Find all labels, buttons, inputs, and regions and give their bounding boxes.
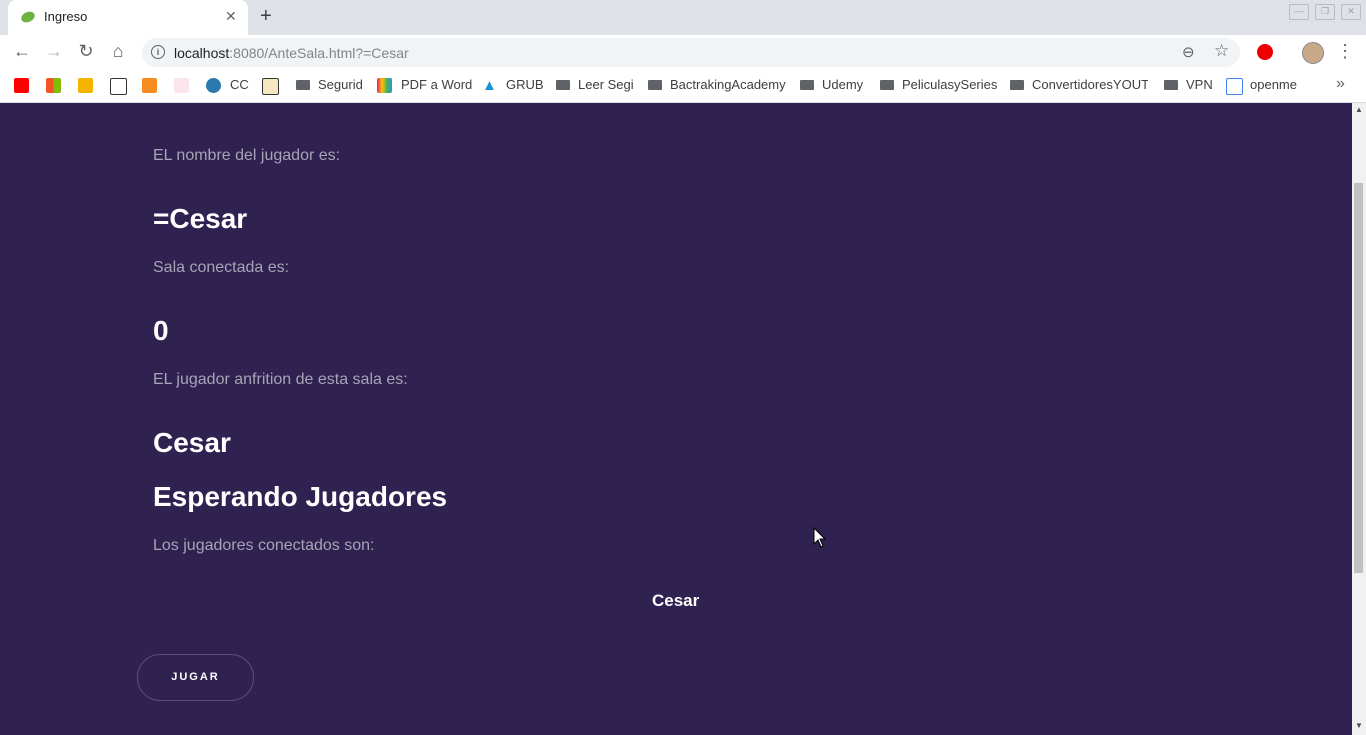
site-info-icon[interactable]: i: [151, 45, 165, 59]
page-content: EL nombre del jugador es: =Cesar Sala co…: [0, 103, 1352, 735]
jugar-button[interactable]: JUGAR: [137, 654, 254, 701]
folder-icon: [296, 80, 310, 90]
url-text[interactable]: localhost:8080/AnteSala.html?=Cesar: [174, 45, 409, 61]
bookmark-pdf-a-word[interactable]: PDF a Word: [401, 77, 472, 92]
bookmark-segurid[interactable]: Segurid: [296, 77, 363, 92]
moodle-icon[interactable]: [142, 78, 157, 93]
folder-icon: [1010, 80, 1024, 90]
home-button[interactable]: ⌂: [107, 41, 129, 62]
microsoft-icon[interactable]: [46, 78, 61, 93]
bookmark-peliculasyseries[interactable]: PeliculasySeries: [880, 77, 997, 92]
bookmark-cc[interactable]: CC: [230, 77, 249, 92]
back-button[interactable]: ←: [11, 41, 33, 62]
spring-leaf-icon: [21, 11, 35, 23]
connected-players-label: Los jugadores conectados son:: [153, 537, 375, 554]
bookmark-image-icon[interactable]: [262, 78, 279, 95]
page-icon: [1226, 78, 1243, 95]
bookmark-bactrakingacademy[interactable]: BactrakingAcademy: [648, 77, 786, 92]
url-path: :8080/AnteSala.html?=Cesar: [229, 45, 409, 61]
sync-icon[interactable]: [206, 78, 221, 93]
window-close-button[interactable]: ✕: [1341, 4, 1361, 20]
zoom-icon[interactable]: ⊖: [1182, 43, 1195, 61]
player-name-label: EL nombre del jugador es:: [153, 147, 341, 164]
scroll-up-arrow-icon[interactable]: ▲: [1355, 105, 1363, 114]
bookmarks-bar: CC Segurid PDF a Word ▲ GRUB Leer Segi B…: [0, 70, 1366, 103]
bookmark-udemy[interactable]: Udemy: [800, 77, 863, 92]
bookmark-star-icon[interactable]: ☆: [1214, 41, 1229, 61]
window-minimize-button[interactable]: —: [1289, 4, 1309, 20]
browser-menu-icon[interactable]: ⋮: [1336, 41, 1354, 62]
browser-toolbar: ← → ↻ ⌂ i localhost:8080/AnteSala.html?=…: [0, 35, 1366, 70]
mouse-cursor-icon: [813, 527, 827, 548]
new-tab-button[interactable]: +: [260, 5, 272, 28]
connected-player-item: Cesar: [652, 591, 700, 610]
youtube-icon[interactable]: [14, 78, 29, 93]
player-name-value: =Cesar: [153, 203, 248, 234]
arch-icon: ▲: [482, 77, 497, 94]
folder-icon: [648, 80, 662, 90]
address-bar[interactable]: i localhost:8080/AnteSala.html?=Cesar ⊖ …: [142, 38, 1240, 67]
tab-strip: Ingreso ✕ + — ❐ ✕: [0, 0, 1366, 35]
folder-icon: [556, 80, 570, 90]
forward-button[interactable]: →: [43, 41, 65, 62]
bookmark-openme[interactable]: openme: [1250, 77, 1297, 92]
folder-icon: [800, 80, 814, 90]
scroll-down-arrow-icon[interactable]: ▼: [1355, 721, 1363, 730]
bookmark-app-icon[interactable]: [78, 78, 93, 93]
tab-title: Ingreso: [44, 9, 88, 24]
bookmark-leer-segi[interactable]: Leer Segi: [556, 77, 634, 92]
tab-close-icon[interactable]: ✕: [225, 8, 237, 25]
host-label: EL jugador anfrition de esta sala es:: [153, 371, 408, 388]
bookmark-vpn[interactable]: VPN: [1164, 77, 1213, 92]
waiting-title: Esperando Jugadores: [153, 481, 448, 512]
page-scrollbar[interactable]: ▲ ▼: [1352, 103, 1366, 735]
room-label: Sala conectada es:: [153, 259, 290, 276]
bookmark-cd-icon[interactable]: [110, 78, 127, 95]
reload-button[interactable]: ↻: [75, 41, 97, 62]
url-host: localhost: [174, 45, 230, 61]
scrollbar-thumb[interactable]: [1354, 183, 1363, 573]
host-value: Cesar: [153, 427, 231, 458]
window-restore-button[interactable]: ❐: [1315, 4, 1335, 20]
adblock-extension-icon[interactable]: [1257, 44, 1273, 60]
folder-icon: [880, 80, 894, 90]
profile-avatar[interactable]: [1302, 42, 1324, 64]
tab-ingreso[interactable]: Ingreso ✕: [8, 0, 248, 35]
bookmark-feather-icon[interactable]: [174, 78, 189, 93]
bookmark-convertidoresyout[interactable]: ConvertidoresYOUT: [1010, 77, 1148, 92]
bookmark-grub[interactable]: GRUB: [506, 77, 544, 92]
room-value: 0: [153, 315, 169, 346]
pdf-word-icon: [377, 78, 392, 93]
folder-icon: [1164, 80, 1178, 90]
bookmarks-more-icon[interactable]: »: [1336, 75, 1345, 93]
